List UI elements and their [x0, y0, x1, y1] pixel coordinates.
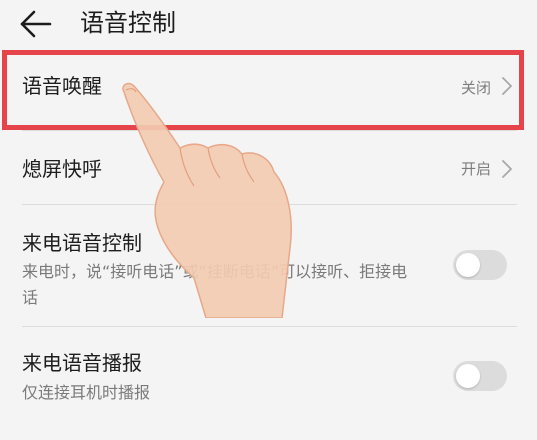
chevron-right-icon	[502, 160, 512, 178]
incoming-call-voice-announce-label: 来电语音播报	[22, 351, 142, 375]
page-title: 语音控制	[80, 9, 176, 37]
incoming-call-voice-announce-description: 仅连接耳机时播报	[22, 383, 151, 402]
incoming-call-voice-control-description: 来电时，说“接听电话”或“挂断电话”可以接听、拒接电话	[22, 262, 408, 307]
incoming-call-voice-announce-row: 来电语音播报 仅连接耳机时播报	[0, 327, 537, 427]
incoming-call-voice-control-toggle[interactable]	[453, 250, 507, 280]
screen-off-quick-call-label: 熄屏快呼	[22, 157, 102, 181]
toggle-knob	[456, 364, 480, 388]
back-arrow-icon	[20, 10, 52, 38]
incoming-call-voice-control-row: 来电语音控制 来电时，说“接听电话”或“挂断电话”可以接听、拒接电话	[0, 205, 537, 325]
voice-wakeup-label: 语音唤醒	[22, 74, 102, 98]
screen-off-quick-call-row[interactable]: 熄屏快呼 开启	[0, 131, 537, 204]
header-bar: 语音控制	[0, 0, 537, 48]
voice-wakeup-value: 关闭	[460, 79, 491, 97]
screen-off-quick-call-value: 开启	[460, 160, 491, 178]
voice-wakeup-row[interactable]: 语音唤醒 关闭	[0, 48, 537, 130]
back-button[interactable]	[18, 6, 58, 42]
chevron-right-icon	[502, 77, 512, 95]
incoming-call-voice-control-label: 来电语音控制	[22, 231, 142, 255]
incoming-call-voice-announce-toggle[interactable]	[453, 361, 507, 391]
toggle-knob	[456, 253, 480, 277]
